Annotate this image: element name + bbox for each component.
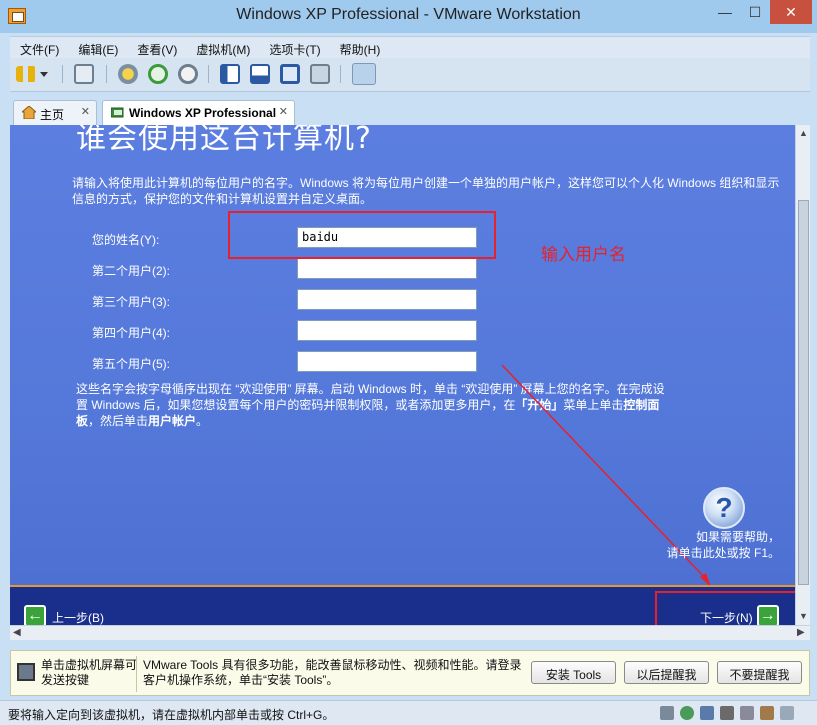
- hint-divider: [136, 656, 137, 692]
- scroll-left-icon[interactable]: ◀: [13, 627, 21, 638]
- tools-hint-bar: 单击虚拟机屏幕可发送按键 VMware Tools 具有很多功能，能改善鼠标移动…: [10, 650, 810, 696]
- vm-icon: [111, 107, 124, 118]
- tab-bar: 主页 ✕ Windows XP Professional ✕: [10, 97, 810, 125]
- toolbar-divider: [106, 65, 107, 83]
- help-text[interactable]: 如果需要帮助， 请单击此处或按 F1。: [650, 529, 780, 561]
- hard-disk-icon[interactable]: [660, 706, 674, 720]
- remind-later-button[interactable]: 以后提醒我: [624, 661, 709, 684]
- scroll-down-icon[interactable]: ▼: [799, 611, 808, 621]
- window-title: Windows XP Professional - VMware Worksta…: [236, 6, 581, 23]
- close-icon[interactable]: ✕: [279, 105, 288, 118]
- title-bar: Windows XP Professional - VMware Worksta…: [0, 0, 817, 33]
- never-remind-button[interactable]: 不要提醒我: [717, 661, 802, 684]
- printer-icon[interactable]: [740, 706, 754, 720]
- tab-home[interactable]: 主页 ✕: [13, 100, 97, 125]
- menu-file[interactable]: 文件(F): [10, 37, 68, 58]
- install-tools-button[interactable]: 安装 Tools: [531, 661, 616, 684]
- vertical-scrollbar[interactable]: ▲ ▼: [795, 125, 810, 625]
- hint-click-to-send: 单击虚拟机屏幕可发送按键: [41, 658, 138, 687]
- menu-vm[interactable]: 虚拟机(M): [186, 37, 259, 58]
- keyboard-icon: [17, 663, 35, 681]
- toolbar-divider: [340, 65, 341, 83]
- quick-switch-icon[interactable]: [352, 63, 376, 85]
- close-button[interactable]: ✕: [770, 0, 812, 24]
- menu-bar: 文件(F) 编辑(E) 查看(V) 虚拟机(M) 选项卡(T) 帮助(H): [10, 36, 810, 58]
- cd-drive-icon[interactable]: [680, 706, 694, 720]
- revert-snapshot-icon[interactable]: [148, 64, 168, 84]
- vm-screen[interactable]: 谁会使用这台计算机? 请输入将使用此计算机的每位用户的名字。Windows 将为…: [10, 125, 795, 625]
- scroll-right-icon[interactable]: ▶: [797, 627, 805, 638]
- close-icon[interactable]: ✕: [81, 105, 90, 118]
- help-text-line: 如果需要帮助，: [695, 530, 780, 544]
- setup-nav-bar: ← 上一步(B) 下一步(N) →: [10, 585, 795, 625]
- back-label: 上一步(B): [52, 611, 104, 625]
- snapshot-icon[interactable]: [118, 64, 138, 84]
- sidebar-view-icon[interactable]: [220, 64, 240, 84]
- pause-icon[interactable]: [16, 66, 36, 82]
- usb-icon[interactable]: [720, 706, 734, 720]
- status-text: 要将输入定向到该虚拟机，请在虚拟机内部单击或按 Ctrl+G。: [8, 708, 335, 722]
- menu-edit[interactable]: 编辑(E): [68, 37, 127, 58]
- messages-icon[interactable]: [780, 706, 794, 720]
- fullscreen-icon[interactable]: [280, 64, 300, 84]
- tab-vm-label: Windows XP Professional: [129, 106, 277, 120]
- help-icon[interactable]: ?: [703, 487, 745, 529]
- back-arrow-icon: ←: [24, 605, 46, 625]
- tab-home-label: 主页: [40, 108, 65, 122]
- toolbar-divider: [62, 65, 63, 83]
- maximize-button[interactable]: ☐: [740, 0, 770, 24]
- scroll-thumb[interactable]: [798, 200, 809, 585]
- menu-view[interactable]: 查看(V): [127, 37, 186, 58]
- toolbar: [10, 58, 810, 92]
- annotation-box-next: [655, 591, 795, 625]
- status-bar: 要将输入定向到该虚拟机，请在虚拟机内部单击或按 Ctrl+G。: [0, 700, 817, 725]
- console-view-icon[interactable]: [250, 64, 270, 84]
- hint-message: VMware Tools 具有很多功能，能改善鼠标移动性、视频和性能。请登录客户…: [143, 658, 522, 687]
- network-icon[interactable]: [74, 64, 94, 84]
- menu-tabs[interactable]: 选项卡(T): [259, 37, 329, 58]
- tab-windows-xp[interactable]: Windows XP Professional ✕: [102, 100, 295, 125]
- horizontal-scrollbar[interactable]: ◀ ▶: [10, 625, 810, 640]
- snapshot-manager-icon[interactable]: [178, 64, 198, 84]
- chevron-down-icon[interactable]: [40, 72, 48, 77]
- toolbar-divider: [208, 65, 209, 83]
- back-button[interactable]: ← 上一步(B): [24, 605, 104, 625]
- sound-icon[interactable]: [760, 706, 774, 720]
- network-adapter-icon[interactable]: [700, 706, 714, 720]
- minimize-button[interactable]: —: [710, 0, 740, 24]
- home-icon: [22, 106, 36, 119]
- scroll-up-icon[interactable]: ▲: [799, 128, 808, 138]
- help-text-line: 请单击此处或按 F1。: [666, 546, 780, 560]
- unity-icon[interactable]: [310, 64, 330, 84]
- menu-help[interactable]: 帮助(H): [330, 37, 390, 58]
